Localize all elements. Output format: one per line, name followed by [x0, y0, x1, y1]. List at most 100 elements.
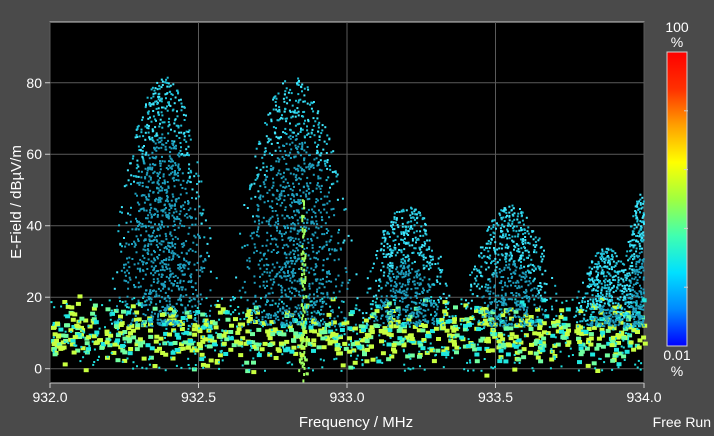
noise-floor-mark	[389, 336, 392, 339]
signal-mark	[161, 221, 164, 224]
signal-mark	[164, 93, 167, 96]
signal-mark	[254, 155, 257, 158]
signal-mark	[323, 203, 326, 206]
signal-mark	[394, 281, 397, 284]
signal-mark	[503, 266, 506, 269]
signal-mark	[338, 228, 340, 231]
noise-floor-mark	[246, 340, 252, 345]
signal-mark	[361, 312, 364, 315]
signal-mark	[188, 175, 191, 178]
noise-floor-mark	[380, 351, 386, 356]
signal-mark	[151, 128, 154, 131]
signal-mark	[141, 260, 144, 263]
signal-mark	[515, 243, 518, 245]
noise-floor-mark	[339, 346, 342, 348]
signal-mark	[148, 136, 151, 139]
signal-mark	[194, 208, 197, 211]
signal-mark	[535, 319, 538, 322]
signal-mark	[470, 307, 473, 310]
signal-mark	[407, 316, 410, 319]
noise-floor-mark	[640, 362, 643, 365]
signal-mark	[188, 167, 190, 170]
noise-floor-mark	[441, 346, 443, 349]
signal-mark	[142, 207, 145, 210]
signal-mark	[276, 110, 279, 113]
signal-mark	[312, 110, 315, 113]
signal-mark	[275, 197, 278, 200]
signal-mark	[392, 273, 395, 276]
signal-mark	[305, 211, 308, 214]
signal-mark	[265, 294, 268, 297]
signal-mark	[305, 195, 308, 198]
signal-mark	[141, 223, 144, 225]
signal-mark	[522, 320, 525, 323]
signal-mark	[263, 183, 266, 186]
noise-floor-mark	[167, 340, 170, 343]
signal-mark	[291, 104, 294, 107]
noise-floor-mark	[558, 315, 564, 320]
signal-mark	[299, 316, 301, 319]
signal-mark	[406, 294, 409, 297]
signal-mark	[315, 152, 318, 155]
noise-floor-mark	[319, 358, 322, 361]
noise-floor-mark	[109, 314, 112, 317]
signal-mark	[519, 305, 522, 308]
signal-mark	[306, 176, 309, 179]
signal-mark	[517, 212, 520, 215]
noise-floor-mark	[232, 311, 235, 314]
signal-mark	[301, 289, 304, 292]
signal-mark	[527, 284, 530, 287]
signal-mark	[250, 197, 253, 200]
signal-mark	[158, 196, 161, 199]
signal-mark	[152, 261, 155, 264]
signal-mark	[266, 285, 269, 287]
signal-mark	[323, 321, 326, 323]
signal-mark	[284, 80, 287, 83]
signal-mark	[241, 246, 244, 249]
signal-mark	[143, 145, 145, 147]
signal-mark	[305, 166, 308, 169]
signal-mark	[262, 253, 265, 256]
signal-mark	[159, 269, 162, 272]
signal-mark	[424, 222, 427, 225]
signal-mark	[299, 154, 302, 157]
signal-mark	[419, 234, 422, 237]
noise-floor-mark	[240, 296, 243, 299]
noise-floor-mark	[554, 336, 557, 339]
signal-mark	[268, 152, 271, 155]
signal-mark	[184, 264, 187, 267]
signal-mark	[524, 236, 527, 238]
signal-mark	[483, 325, 486, 328]
signal-mark	[142, 313, 145, 316]
signal-mark	[167, 244, 170, 247]
signal-mark	[328, 248, 331, 250]
signal-mark	[167, 185, 170, 188]
signal-mark	[399, 299, 401, 302]
signal-mark	[162, 225, 165, 228]
signal-mark	[145, 217, 147, 220]
signal-mark	[511, 220, 514, 223]
noise-floor-mark	[524, 335, 527, 338]
noise-floor-mark	[72, 335, 78, 340]
signal-mark	[152, 181, 155, 184]
signal-mark	[185, 260, 188, 263]
noise-floor-mark	[208, 329, 210, 332]
noise-floor-mark	[600, 344, 606, 349]
signal-mark	[517, 285, 520, 288]
noise-floor-mark	[217, 333, 222, 338]
signal-mark	[295, 99, 297, 102]
signal-mark	[392, 319, 395, 322]
signal-mark	[163, 136, 166, 139]
signal-mark	[329, 297, 332, 300]
signal-mark	[377, 289, 380, 292]
noise-floor-mark	[70, 330, 73, 333]
noise-floor-mark	[188, 367, 191, 370]
signal-mark	[330, 151, 333, 154]
signal-mark	[159, 177, 161, 179]
signal-mark	[178, 321, 181, 324]
noise-floor-mark	[548, 326, 551, 329]
signal-mark	[175, 210, 178, 213]
signal-mark	[144, 176, 147, 179]
signal-mark	[145, 262, 148, 264]
signal-mark	[314, 303, 317, 306]
